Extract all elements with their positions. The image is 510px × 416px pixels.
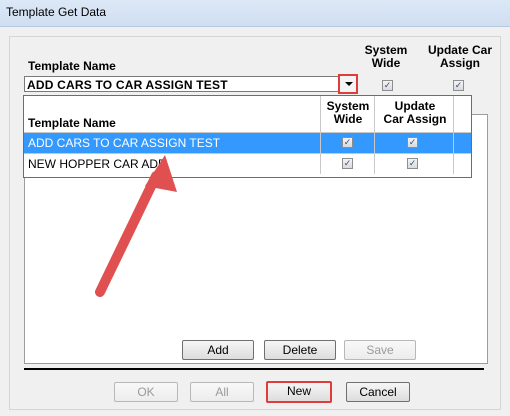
annotation-arrow-icon xyxy=(95,155,177,297)
template-get-data-window: Template Get Data Template Name System W… xyxy=(0,0,510,416)
